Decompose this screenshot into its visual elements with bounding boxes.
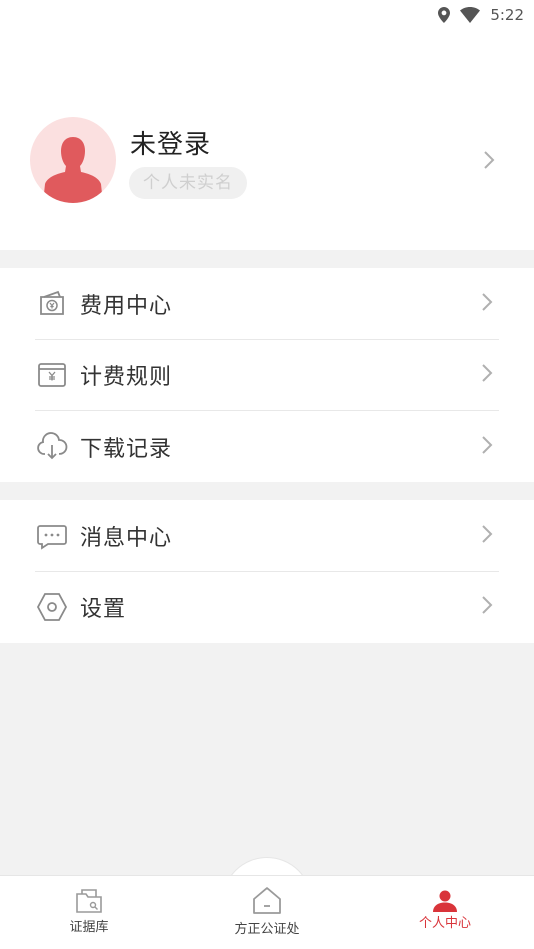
- menu-item-label: 设置: [80, 597, 127, 623]
- chevron-right-icon: [481, 363, 493, 387]
- nav-tab-evidence[interactable]: 证据库: [60, 886, 118, 935]
- nav-label: 证据库: [69, 920, 109, 935]
- chevron-right-icon: [481, 292, 493, 316]
- menu-group-system: 消息中心 设置: [0, 500, 534, 643]
- wifi-icon: [460, 7, 481, 23]
- avatar[interactable]: [30, 117, 116, 203]
- chevron-right-icon: [483, 150, 495, 174]
- menu-item-fee-center[interactable]: 费用中心: [0, 268, 534, 340]
- profile-header[interactable]: 未登录 个人未实名: [0, 30, 534, 250]
- home-icon: [222, 884, 312, 918]
- menu-item-label: 消息中心: [80, 525, 173, 551]
- cloud-download-icon: [36, 431, 68, 463]
- user-silhouette-icon: [43, 137, 103, 203]
- menu-item-download-records[interactable]: 下载记录: [0, 411, 534, 483]
- billing-rules-icon: [36, 359, 68, 391]
- nav-tab-notary-office[interactable]: 方正公证处: [222, 884, 312, 937]
- chevron-right-icon: [481, 524, 493, 548]
- money-bag-icon: [36, 288, 68, 320]
- settings-hexagon-icon: [36, 591, 68, 623]
- chevron-right-icon: [481, 595, 493, 619]
- menu-item-billing-rules[interactable]: 计费规则: [0, 340, 534, 411]
- menu-group-account: 费用中心 计费规则 下载记录: [0, 268, 534, 482]
- status-time: 5:22: [490, 6, 524, 24]
- menu-item-message-center[interactable]: 消息中心: [0, 500, 534, 572]
- personal-center-screen: 5:22 未登录 个人未实名 费用中心 计费规则 下载记录 消息中心 设置 证据…: [0, 0, 534, 949]
- realname-status-badge: 个人未实名: [129, 167, 247, 199]
- location-icon: [438, 7, 451, 23]
- nav-label: 个人中心: [418, 916, 471, 931]
- menu-item-label: 计费规则: [80, 365, 173, 391]
- menu-item-label: 下载记录: [80, 436, 173, 462]
- user-icon: [410, 890, 480, 912]
- user-name: 未登录: [130, 130, 212, 160]
- menu-item-settings[interactable]: 设置: [0, 572, 534, 644]
- evidence-folder-icon: [60, 886, 118, 916]
- nav-tab-personal-center[interactable]: 个人中心: [410, 890, 480, 931]
- menu-item-label: 费用中心: [80, 293, 173, 319]
- status-bar: 5:22: [0, 0, 534, 30]
- chevron-right-icon: [481, 435, 493, 459]
- nav-label: 方正公证处: [234, 922, 300, 937]
- message-icon: [36, 520, 68, 552]
